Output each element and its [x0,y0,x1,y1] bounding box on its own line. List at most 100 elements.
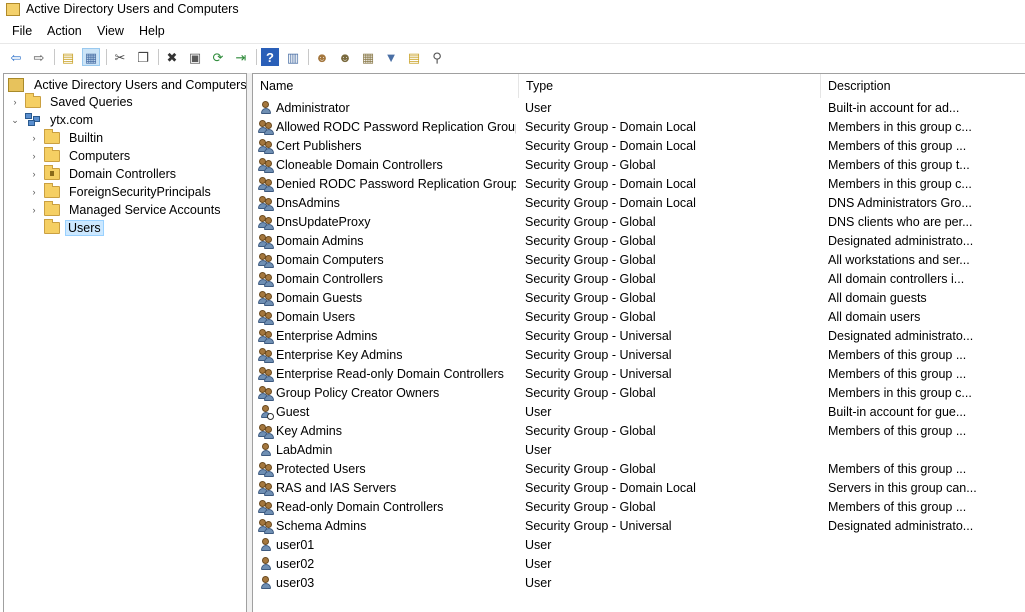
menu-file[interactable]: File [12,24,32,38]
group-icon [258,348,274,363]
cell-name: Domain Computers [276,253,384,267]
tree-item-domain-controllers[interactable]: › Domain Controllers [28,165,180,183]
cell-description: All workstations and ser... [828,253,970,267]
properties-icon[interactable]: ▣ [186,48,204,66]
list-item[interactable]: Protected Users Security Group - Global Me… [253,460,1025,479]
list-item[interactable]: Denied RODC Password Replication Group Se… [253,175,1025,194]
tree-item-builtin[interactable]: › Builtin [28,129,107,147]
column-header-type[interactable]: Type [519,74,821,98]
list-item[interactable]: LabAdmin User [253,441,1025,460]
user-icon [258,101,274,116]
list-item[interactable]: user03 User [253,574,1025,593]
tree-item-managed-service-accounts[interactable]: › Managed Service Accounts [28,201,224,219]
show-console-tree-icon[interactable]: ▦ [82,48,100,66]
add-to-group-icon[interactable]: ▤ [405,48,423,66]
list-item[interactable]: user02 User [253,555,1025,574]
tree-root[interactable]: Active Directory Users and Computers [Al [8,76,247,94]
cell-type: Security Group - Domain Local [525,481,696,495]
collapse-chevron-icon[interactable]: ⌄ [9,115,21,126]
show-hide-action-pane-icon[interactable]: ▥ [284,48,302,66]
tree-item-label: Users [65,220,104,236]
tree-item-computers[interactable]: › Computers [28,147,134,165]
expand-chevron-icon[interactable]: › [9,97,21,107]
tree-item-label: ytx.com [50,113,94,127]
tree-root-label: Active Directory Users and Computers [Al [34,78,247,92]
forward-arrow-icon[interactable]: ⇨ [30,48,48,66]
cell-name: Protected Users [276,462,366,476]
cell-type: User [525,443,552,457]
list-item[interactable]: Enterprise Key Admins Security Group - Un… [253,346,1025,365]
list-item[interactable]: RAS and IAS Servers Security Group - Doma… [253,479,1025,498]
new-group-icon[interactable]: ☻ [336,48,354,66]
list-item[interactable]: Cloneable Domain Controllers Security Gro… [253,156,1025,175]
list-item[interactable]: Schema Admins Security Group - Universal D… [253,517,1025,536]
console-tree: Active Directory Users and Computers [Al… [3,73,247,612]
list-item[interactable]: Key Admins Security Group - Global Members… [253,422,1025,441]
refresh-icon[interactable]: ⟳ [209,48,227,66]
user-icon [258,557,274,572]
list-item[interactable]: Guest User Built-in account for gue... [253,403,1025,422]
list-item[interactable]: Domain Users Security Group - Global All d… [253,308,1025,327]
new-ou-icon[interactable]: ▦ [359,48,377,66]
list-item[interactable]: Domain Computers Security Group - Global A… [253,251,1025,270]
cell-name: Enterprise Admins [276,329,378,343]
toolbar-separator [308,49,309,65]
list-item[interactable]: Allowed RODC Password Replication Group S… [253,118,1025,137]
find-objects-icon[interactable]: ⚲ [428,48,446,66]
cell-name: Enterprise Read-only Domain Controllers [276,367,504,381]
cell-type: Security Group - Universal [525,329,672,343]
cell-type: User [525,405,552,419]
disabled-user-icon [258,405,274,420]
group-icon [258,386,274,401]
list-item[interactable]: Enterprise Admins Security Group - Univer… [253,327,1025,346]
expand-chevron-icon[interactable]: › [28,205,40,215]
expand-chevron-icon[interactable]: › [28,187,40,197]
list-item[interactable]: Administrator User Built-in account for ad… [253,99,1025,118]
cut-icon[interactable]: ✂ [111,48,129,66]
list-item[interactable]: Enterprise Read-only Domain Controllers S… [253,365,1025,384]
toolbar-separator [158,49,159,65]
toolbar: ⇦ ⇨ ▤ ▦ ✂ ❐ ✖ ▣ ⟳ ⇥? ▥ ☻ ☻ ▦ ▼ ▤ ⚲ [0,43,1025,69]
cell-description: Members in this group c... [828,386,972,400]
cell-description: Members of this group ... [828,462,967,476]
list-item[interactable]: Domain Guests Security Group - Global All … [253,289,1025,308]
window-title: Active Directory Users and Computers [26,2,239,16]
up-folder-icon[interactable]: ▤ [59,48,77,66]
tree-item-users[interactable]: Users [28,219,104,237]
list-item[interactable]: Domain Controllers Security Group - Globa… [253,270,1025,289]
list-item[interactable]: DnsAdmins Security Group - Domain Local DN… [253,194,1025,213]
toolbar-separator [106,49,107,65]
new-user-icon[interactable]: ☻ [313,48,331,66]
list-item[interactable]: DnsUpdateProxy Security Group - Global DNS… [253,213,1025,232]
back-arrow-icon[interactable]: ⇦ [7,48,25,66]
column-header-description[interactable]: Description [821,74,1025,98]
group-icon [258,177,274,192]
cell-name: Allowed RODC Password Replication Group [276,120,516,134]
menu-help[interactable]: Help [139,24,165,38]
tree-item-label: ForeignSecurityPrincipals [69,185,211,199]
help-icon[interactable]: ? [261,48,279,66]
export-list-icon[interactable]: ⇥ [232,48,250,66]
column-header-name[interactable]: Name [253,74,519,98]
list-item[interactable]: Cert Publishers Security Group - Domain L… [253,137,1025,156]
expand-chevron-icon[interactable]: › [28,133,40,143]
list-item[interactable]: Domain Admins Security Group - Global Desi… [253,232,1025,251]
expand-chevron-icon[interactable]: › [28,169,40,179]
cell-name: Domain Users [276,310,356,324]
delete-icon[interactable]: ✖ [163,48,181,66]
menu-action[interactable]: Action [47,24,82,38]
cell-type: Security Group - Global [525,234,656,248]
cell-type: User [525,557,552,571]
list-item[interactable]: Read-only Domain Controllers Security Gro… [253,498,1025,517]
aduc-snapin-icon [8,78,24,92]
group-icon [258,253,274,268]
menu-view[interactable]: View [97,24,124,38]
tree-item-saved-queries[interactable]: › Saved Queries [9,93,137,111]
list-item[interactable]: Group Policy Creator Owners Security Grou… [253,384,1025,403]
expand-chevron-icon[interactable]: › [28,151,40,161]
filter-icon[interactable]: ▼ [382,48,400,66]
list-item[interactable]: user01 User [253,536,1025,555]
tree-item-foreignsecurityprincipals[interactable]: › ForeignSecurityPrincipals [28,183,215,201]
tree-item-ytx-com[interactable]: ⌄ ytx.com [9,111,97,129]
copy-icon[interactable]: ❐ [134,48,152,66]
